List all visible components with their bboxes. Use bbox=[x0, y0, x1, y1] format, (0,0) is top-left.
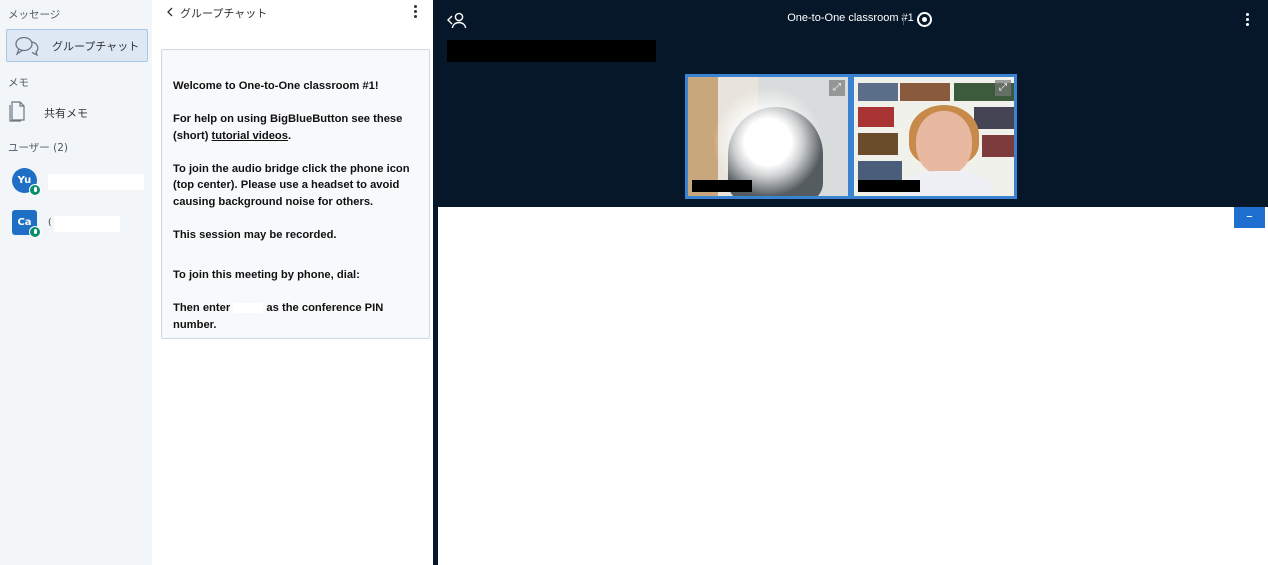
pin-instructions: Then enter as the conference PIN number. bbox=[173, 300, 418, 333]
tutorial-videos-link[interactable]: tutorial videos bbox=[212, 130, 288, 142]
phone-instructions: To join this meeting by phone, dial: bbox=[173, 269, 360, 281]
book-row bbox=[982, 135, 1014, 157]
video-tile[interactable]: ⤢ bbox=[851, 74, 1017, 199]
recording-notice: This session may be recorded. bbox=[173, 228, 337, 241]
notes-section-label: メモ bbox=[8, 77, 29, 89]
microphone-icon bbox=[29, 226, 41, 238]
welcome-message: Welcome to One-to-One classroom #1! For … bbox=[161, 49, 430, 339]
expand-icon[interactable]: ⤢ bbox=[995, 80, 1011, 96]
notes-document-icon bbox=[8, 100, 26, 126]
meeting-title: One-to-One classroom #1 bbox=[787, 12, 914, 24]
book-row bbox=[858, 107, 894, 127]
book-row bbox=[974, 107, 1014, 129]
top-nav-bar: One-to-One classroom #1 bbox=[433, 0, 1268, 40]
meeting-main-area: One-to-One classroom #1 ⤢ ⤢ – bbox=[433, 0, 1268, 565]
users-section-label: ユーザー (2) bbox=[8, 142, 69, 154]
presentation-whiteboard[interactable] bbox=[438, 207, 1268, 565]
chevron-left-icon bbox=[166, 7, 174, 20]
microphone-icon bbox=[29, 184, 41, 196]
video-person-face bbox=[916, 111, 972, 175]
user-name-redacted bbox=[48, 174, 144, 190]
help-suffix: . bbox=[288, 129, 292, 142]
video-tile[interactable]: ⤢ bbox=[685, 74, 851, 199]
minimize-presentation-button[interactable]: – bbox=[1234, 207, 1265, 228]
video-name-redacted bbox=[692, 180, 752, 192]
pin-prefix: Then enter bbox=[173, 302, 231, 314]
recording-indicator-icon[interactable] bbox=[917, 12, 932, 27]
book-row bbox=[858, 161, 902, 181]
expand-icon[interactable]: ⤢ bbox=[829, 80, 845, 96]
public-chat-item[interactable]: グループチャット bbox=[6, 29, 148, 62]
video-name-redacted bbox=[858, 180, 920, 192]
chat-header: グループチャット bbox=[152, 0, 433, 26]
shared-notes-label: 共有メモ bbox=[44, 107, 88, 120]
user-name: ( bbox=[48, 218, 52, 228]
pin-redacted bbox=[233, 303, 264, 314]
book-row bbox=[858, 133, 898, 155]
public-chat-label: グループチャット bbox=[52, 39, 140, 53]
audio-instructions: To join the audio bridge click the phone… bbox=[173, 162, 410, 208]
user-list-panel: メッセージ グループチャット メモ 共有メモ ユーザー (2) Yu Ca ( bbox=[0, 0, 152, 565]
help-text: For help on using BigBlueButton see thes… bbox=[173, 111, 418, 144]
chat-title: グループチャット bbox=[180, 7, 268, 20]
messages-section-label: メッセージ bbox=[8, 9, 61, 21]
book-row bbox=[900, 83, 950, 101]
shared-notes-item[interactable]: 共有メモ bbox=[8, 100, 88, 126]
title-divider bbox=[903, 13, 904, 25]
user-list-item[interactable]: Yu bbox=[12, 168, 146, 198]
options-menu-icon[interactable] bbox=[1244, 13, 1250, 29]
user-name-redacted bbox=[54, 216, 120, 232]
chat-bubbles-icon bbox=[14, 35, 40, 57]
chat-close-button[interactable]: グループチャット bbox=[166, 5, 267, 21]
notification-bar-redacted bbox=[447, 40, 656, 62]
welcome-title: Welcome to One-to-One classroom #1! bbox=[173, 80, 379, 92]
user-list-item[interactable]: Ca ( bbox=[12, 210, 146, 240]
book-row bbox=[858, 83, 898, 101]
chat-options-icon[interactable] bbox=[411, 5, 419, 21]
chat-panel: グループチャット Welcome to One-to-One classroom… bbox=[152, 0, 433, 565]
